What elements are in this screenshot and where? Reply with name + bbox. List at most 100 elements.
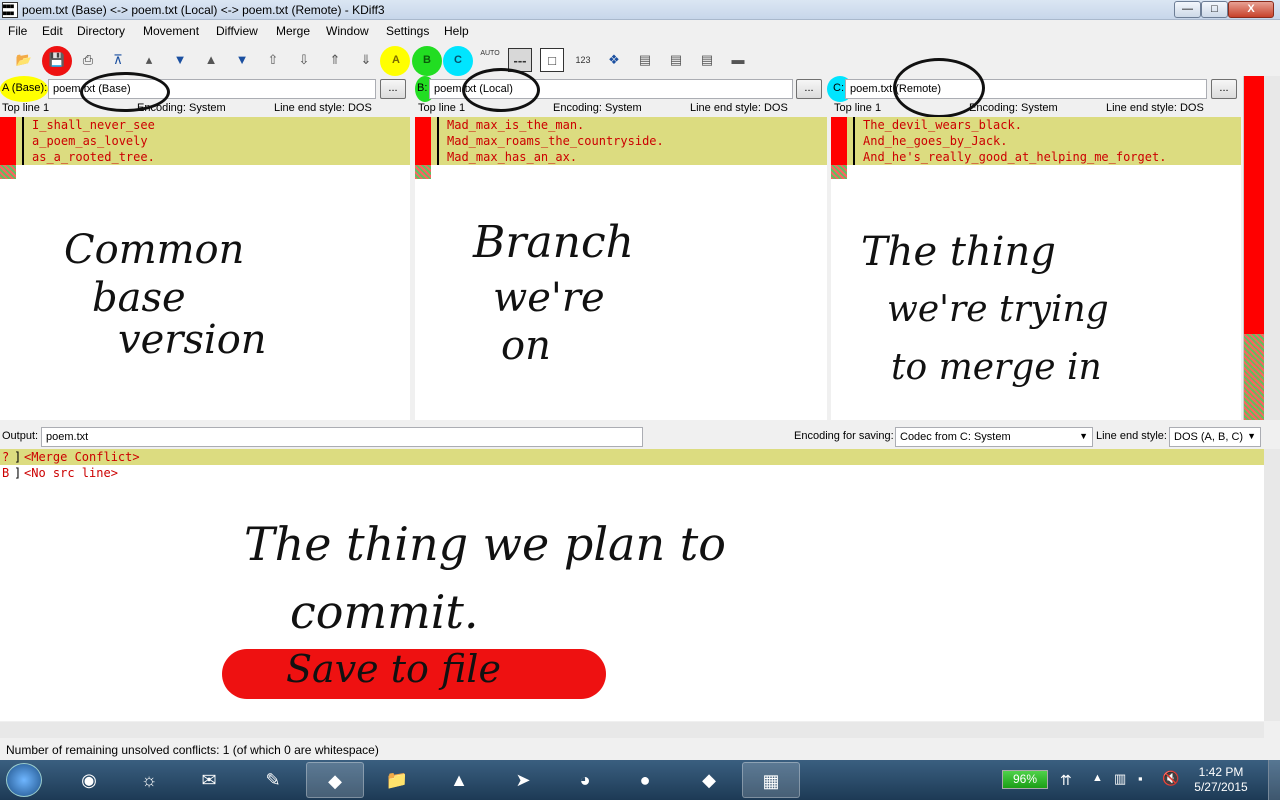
line-end-b: Line end style: DOS bbox=[690, 102, 788, 114]
menu-edit[interactable]: Edit bbox=[42, 24, 63, 38]
battery-indicator[interactable]: 96% bbox=[1002, 770, 1048, 789]
save-note-text: Save to file bbox=[286, 647, 501, 691]
open-folder-icon[interactable]: 📂 bbox=[12, 48, 36, 72]
diff-line: a_poem_as_lovely bbox=[32, 134, 148, 148]
prev-delta-icon[interactable]: ▴ bbox=[137, 48, 161, 72]
info-row-c: Top line 1 Encoding: System Line end sty… bbox=[831, 102, 1241, 116]
clock[interactable]: 1:42 PM 5/27/2015 bbox=[1188, 765, 1254, 795]
line-end-style-label: Line end style: bbox=[1096, 430, 1167, 442]
menu-merge[interactable]: Merge bbox=[276, 24, 310, 38]
diff-marker-bar bbox=[415, 117, 431, 165]
horizontal-scrollbar-output[interactable] bbox=[0, 722, 1264, 738]
vertical-scrollbar-output[interactable] bbox=[1264, 449, 1280, 721]
prev-conflict-icon[interactable]: ⇧ bbox=[261, 48, 285, 72]
choose-c-button[interactable]: C bbox=[446, 48, 470, 72]
diff-line: Mad_max_is_the_man. bbox=[447, 118, 585, 132]
maximize-button[interactable]: □ bbox=[1201, 1, 1228, 18]
taskbar: ◉ ☼ ✉ ✎ ◆ 📁 ▲ ➤ ◕ ● ◆ ▦ bbox=[0, 760, 1280, 800]
menu-file[interactable]: File bbox=[8, 24, 27, 38]
annotation-circle-b bbox=[462, 68, 540, 112]
choose-a-button[interactable]: A bbox=[384, 48, 408, 72]
vs-code-icon[interactable]: ➤ bbox=[494, 762, 552, 798]
window-b-icon[interactable]: ▤ bbox=[664, 48, 688, 72]
clock-time: 1:42 PM bbox=[1198, 765, 1244, 779]
handwritten-note: The thing bbox=[861, 229, 1056, 275]
prev-unsolved-icon[interactable]: ⇑ bbox=[323, 48, 347, 72]
go-up-icon[interactable]: ▲ bbox=[199, 48, 223, 72]
line-end-style-value: DOS (A, B, C) bbox=[1174, 431, 1244, 443]
chrome-icon[interactable]: ◉ bbox=[60, 762, 118, 798]
title-bar: ■■■ ■■■ poem.txt (Base) <-> poem.txt (Loc… bbox=[0, 0, 1280, 20]
menu-diffview[interactable]: Diffview bbox=[216, 24, 258, 38]
firefox-icon[interactable]: ☼ bbox=[120, 762, 178, 798]
diff-line: And_he's_really_good_at_helping_me_forge… bbox=[863, 150, 1167, 164]
handwritten-note: commit. bbox=[290, 585, 479, 639]
window-output-icon[interactable]: ▬ bbox=[726, 48, 750, 72]
volume-muted-icon[interactable]: 🔇 bbox=[1162, 770, 1179, 787]
gutter-line bbox=[437, 117, 439, 165]
close-button[interactable]: X bbox=[1228, 1, 1274, 18]
go-down-icon[interactable]: ▼ bbox=[230, 48, 254, 72]
diff-marker-hatch bbox=[415, 165, 431, 179]
menu-movement[interactable]: Movement bbox=[143, 24, 199, 38]
notepadpp-icon[interactable]: ✎ bbox=[244, 762, 302, 798]
file-row-a: A (Base): poem.txt (Base) ... bbox=[0, 76, 410, 102]
window-c-icon[interactable]: ▤ bbox=[695, 48, 719, 72]
print-icon[interactable]: ⎙ bbox=[76, 48, 100, 72]
choose-b-button[interactable]: B bbox=[415, 48, 439, 72]
output-file-input[interactable]: poem.txt bbox=[41, 427, 643, 447]
gutter-line bbox=[22, 117, 24, 165]
next-unsolved-icon[interactable]: ⇓ bbox=[354, 48, 378, 72]
top-line-a: Top line 1 bbox=[2, 102, 50, 114]
toggle-splitter-icon[interactable]: ❖ bbox=[602, 48, 626, 72]
overview-bar[interactable] bbox=[1243, 76, 1264, 420]
show-line-numbers-button[interactable]: 123 bbox=[571, 48, 595, 72]
power-plug-icon[interactable]: ⇈ bbox=[1060, 772, 1072, 789]
git-icon[interactable]: ◆ bbox=[306, 762, 364, 798]
diff-pane-b[interactable]: Mad_max_is_the_man. Mad_max_roams_the_co… bbox=[415, 117, 827, 420]
eclipse-icon[interactable]: ◕ bbox=[556, 762, 614, 798]
explorer-icon[interactable]: 📁 bbox=[368, 762, 426, 798]
handwritten-note: The thing we plan to bbox=[244, 517, 726, 571]
signal-icon[interactable]: ▪ bbox=[1138, 771, 1143, 786]
show-desktop-button[interactable] bbox=[1268, 760, 1280, 800]
go-top-icon[interactable]: ⊼ bbox=[106, 48, 130, 72]
next-delta-icon[interactable]: ▼ bbox=[168, 48, 192, 72]
encoding-saving-select[interactable]: Codec from C: System ▼ bbox=[895, 427, 1093, 447]
start-button[interactable] bbox=[6, 763, 42, 797]
next-conflict-icon[interactable]: ⇩ bbox=[292, 48, 316, 72]
output-line: <Merge Conflict> bbox=[24, 450, 140, 464]
output-line-marker: ? bbox=[2, 450, 10, 464]
save-icon[interactable]: 💾 bbox=[45, 48, 69, 72]
diff-line: And_he_goes_by_Jack. bbox=[863, 134, 1008, 148]
git-gui-icon[interactable]: ◆ bbox=[680, 762, 738, 798]
show-whitespace-chars-button[interactable]: □ bbox=[540, 48, 564, 72]
handwritten-note: version bbox=[118, 317, 267, 363]
merge-output-pane[interactable]: ? ] <Merge Conflict> B ] <No src line> T… bbox=[0, 449, 1264, 721]
browse-button-a[interactable]: ... bbox=[380, 79, 406, 99]
line-end-style-select[interactable]: DOS (A, B, C) ▼ bbox=[1169, 427, 1261, 447]
toolbar: 📂 💾 ⎙ ⊼ ▴ ▼ ▲ ▼ ⇧ ⇩ ⇑ ⇓ A B C AUTO --- □… bbox=[0, 44, 1280, 76]
menu-help[interactable]: Help bbox=[444, 24, 469, 38]
acrobat-icon[interactable]: ▲ bbox=[430, 762, 488, 798]
show-hidden-icons-icon[interactable]: ▲ bbox=[1092, 772, 1103, 784]
thunderbird-icon[interactable]: ✉ bbox=[180, 762, 238, 798]
menu-directory[interactable]: Directory bbox=[77, 24, 125, 38]
browse-button-b[interactable]: ... bbox=[796, 79, 822, 99]
kdiff3-task-icon[interactable]: ▦ bbox=[742, 762, 800, 798]
minimize-button[interactable]: — bbox=[1174, 1, 1201, 18]
file-label-a: A (Base): bbox=[2, 82, 48, 94]
window-a-icon[interactable]: ▤ bbox=[633, 48, 657, 72]
browse-button-c[interactable]: ... bbox=[1211, 79, 1237, 99]
cyberduck-icon[interactable]: ● bbox=[616, 762, 674, 798]
menu-settings[interactable]: Settings bbox=[386, 24, 429, 38]
diff-pane-a[interactable]: I_shall_never_see a_poem_as_lovely as_a_… bbox=[0, 117, 410, 420]
diff-line: The_devil_wears_black. bbox=[863, 118, 1022, 132]
kdiff3-app-icon[interactable]: ■■■ ■■■ bbox=[2, 2, 18, 18]
diff-pane-c[interactable]: The_devil_wears_black. And_he_goes_by_Ja… bbox=[831, 117, 1241, 420]
vertical-scrollbar-top[interactable] bbox=[1264, 76, 1280, 420]
menu-window[interactable]: Window bbox=[326, 24, 369, 38]
chevron-down-icon: ▼ bbox=[1247, 431, 1256, 441]
network-icon[interactable]: ▥ bbox=[1114, 771, 1126, 787]
menu-bar: File Edit Directory Movement Diffview Me… bbox=[0, 21, 1280, 42]
